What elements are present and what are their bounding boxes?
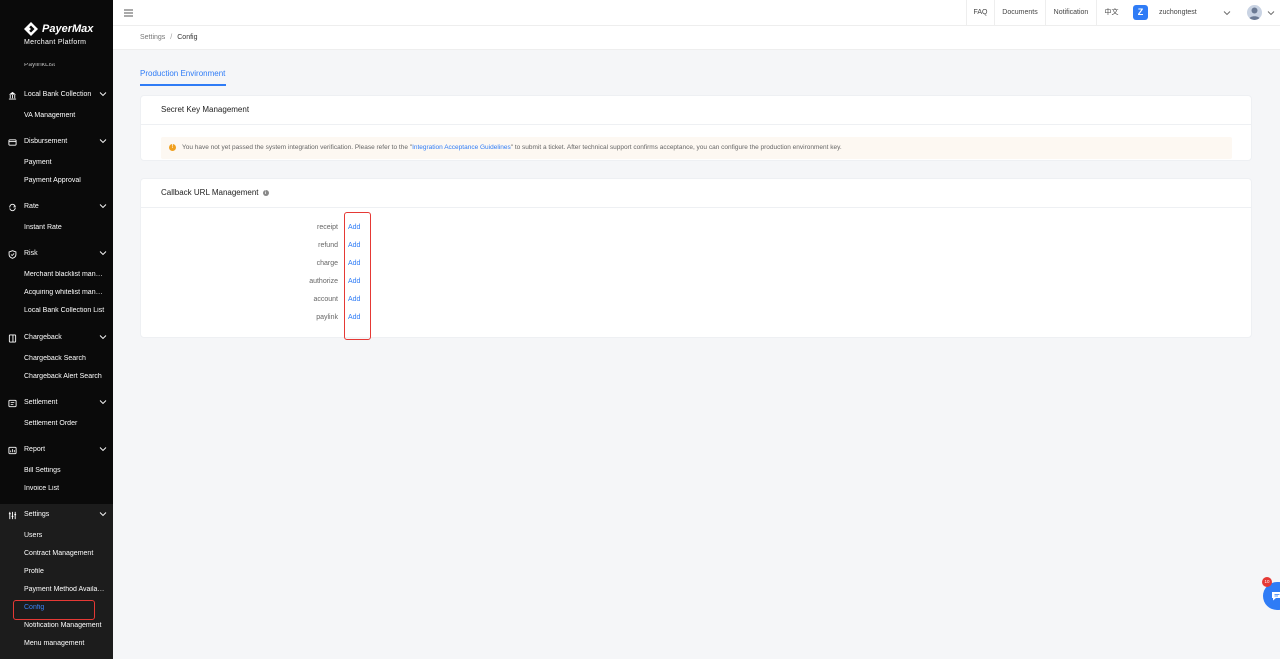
chevron-down-icon[interactable] bbox=[1267, 9, 1275, 17]
sidebar-item-payment-method-availability[interactable]: Payment Method Availability bbox=[0, 581, 113, 599]
chevron-down-icon bbox=[99, 204, 107, 209]
sidebar-group-label: Local Bank Collection bbox=[24, 91, 92, 98]
chevron-down-icon bbox=[99, 400, 107, 405]
username[interactable]: zuchongtest bbox=[1159, 0, 1197, 26]
add-buttons-highlight-box bbox=[344, 212, 371, 340]
callback-url-card: Callback URL Management i receipt Add ref… bbox=[140, 178, 1252, 340]
sidebar-group-risk[interactable]: Risk bbox=[0, 244, 113, 264]
notice-text-after: " to submit a ticket. After technical su… bbox=[510, 144, 842, 151]
sidebar-group-label: Settings bbox=[24, 511, 50, 518]
sidebar-group-label: Disbursement bbox=[24, 138, 68, 145]
chevron-down-icon bbox=[99, 512, 107, 517]
faq-link[interactable]: FAQ bbox=[966, 0, 994, 26]
sidebar-item-profile[interactable]: Profile bbox=[0, 563, 113, 581]
menu-toggle-icon[interactable] bbox=[124, 9, 133, 17]
chevron-down-icon[interactable] bbox=[1223, 9, 1231, 17]
breadcrumb: Settings / Config bbox=[113, 26, 1280, 50]
sidebar-group-settlement[interactable]: Settlement bbox=[0, 393, 113, 413]
chargeback-icon bbox=[8, 334, 17, 343]
sidebar-item-users[interactable]: Users bbox=[0, 527, 113, 545]
sliders-icon bbox=[8, 511, 17, 520]
callback-title: Callback URL Management bbox=[161, 188, 259, 197]
user-profile-icon[interactable] bbox=[1247, 5, 1262, 20]
info-icon[interactable]: i bbox=[262, 190, 269, 196]
chevron-down-icon bbox=[99, 251, 107, 256]
sidebar-item-acquiring-whitelist[interactable]: Acquiring whitelist management bbox=[0, 284, 113, 302]
sidebar-item-bill-settings[interactable]: Bill Settings bbox=[0, 462, 113, 480]
notification-link[interactable]: Notification bbox=[1045, 0, 1096, 26]
config-highlight-box bbox=[13, 600, 95, 620]
brand-logo[interactable]: PayerMax Merchant Platform bbox=[0, 0, 113, 58]
sidebar-item-va-management[interactable]: VA Management bbox=[0, 107, 113, 125]
rate-icon bbox=[9, 203, 16, 212]
callback-label: receipt bbox=[316, 224, 338, 231]
sidebar-item-local-bank-collection-list[interactable]: Local Bank Collection List bbox=[0, 302, 113, 320]
merchant-avatar[interactable]: Z bbox=[1133, 5, 1148, 20]
integration-guidelines-link[interactable]: Integration Acceptance Guidelines bbox=[412, 144, 511, 151]
chevron-down-icon bbox=[99, 335, 107, 340]
sidebar-item-contract-management[interactable]: Contract Management bbox=[0, 545, 113, 563]
payermax-logo-icon bbox=[24, 22, 38, 36]
topbar: FAQ Documents Notification 中文 Z zuchongt… bbox=[113, 0, 1280, 26]
disbursement-icon bbox=[8, 139, 17, 146]
sidebar-group-label: Risk bbox=[24, 250, 38, 257]
chevron-down-icon bbox=[99, 447, 107, 452]
tab-active-indicator bbox=[140, 84, 226, 86]
settlement-icon bbox=[8, 399, 17, 408]
secret-key-card: Secret Key Management ! You have not yet… bbox=[140, 95, 1252, 161]
sidebar-item-instant-rate[interactable]: Instant Rate bbox=[0, 219, 113, 237]
sidebar-group-chargeback[interactable]: Chargeback bbox=[0, 328, 113, 348]
callback-label: authorize bbox=[309, 278, 338, 285]
sidebar-item-settlement-order[interactable]: Settlement Order bbox=[0, 415, 113, 433]
chevron-down-icon bbox=[99, 139, 107, 144]
sidebar-item-chargeback-search[interactable]: Chargeback Search bbox=[0, 350, 113, 368]
sidebar-group-label: Report bbox=[24, 446, 46, 453]
sidebar-item-chargeback-alert-search[interactable]: Chargeback Alert Search bbox=[0, 368, 113, 386]
bank-icon bbox=[8, 91, 17, 100]
chat-icon bbox=[1272, 592, 1280, 601]
callback-label: charge bbox=[316, 260, 338, 267]
verification-notice: ! You have not yet passed the system int… bbox=[161, 137, 1232, 159]
sidebar-group-rate[interactable]: Rate bbox=[0, 197, 113, 217]
sidebar-item-payment-approval[interactable]: Payment Approval bbox=[0, 172, 113, 190]
callback-label: refund bbox=[318, 242, 338, 249]
sidebar-group-label: Rate bbox=[24, 203, 39, 210]
sidebar-group-report[interactable]: Report bbox=[0, 440, 113, 460]
sidebar: PayerMax Merchant Platform PaylinkList L… bbox=[0, 0, 113, 659]
sidebar-group-label: Chargeback bbox=[24, 334, 62, 341]
notice-text-before: You have not yet passed the system integ… bbox=[182, 144, 413, 151]
callback-label: account bbox=[313, 296, 338, 303]
sidebar-group-disbursement[interactable]: Disbursement bbox=[0, 132, 113, 152]
language-switch[interactable]: 中文 bbox=[1096, 0, 1126, 26]
documents-link[interactable]: Documents bbox=[994, 0, 1045, 26]
sidebar-group-local-bank-collection[interactable]: Local Bank Collection bbox=[0, 85, 113, 105]
brand-subtitle: Merchant Platform bbox=[24, 39, 87, 46]
sidebar-group-label: Settlement bbox=[24, 399, 58, 406]
breadcrumb-separator: / bbox=[170, 34, 173, 41]
chevron-down-icon bbox=[99, 92, 107, 97]
sidebar-item-menu-management[interactable]: Menu management bbox=[0, 635, 113, 653]
breadcrumb-settings[interactable]: Settings bbox=[140, 34, 165, 41]
tab-production-environment[interactable]: Production Environment bbox=[140, 69, 225, 78]
sidebar-item-payment[interactable]: Payment bbox=[0, 154, 113, 172]
warning-icon: ! bbox=[169, 144, 176, 151]
sidebar-item-invoice-list[interactable]: Invoice List bbox=[0, 480, 113, 498]
secret-key-title: Secret Key Management bbox=[161, 105, 250, 114]
callback-label: paylink bbox=[316, 314, 338, 321]
sidebar-item-merchant-blacklist[interactable]: Merchant blacklist management bbox=[0, 266, 113, 284]
sidebar-item-paylink-list[interactable]: PaylinkList bbox=[24, 63, 55, 71]
report-icon bbox=[8, 446, 17, 455]
sidebar-group-settings[interactable]: Settings bbox=[0, 505, 113, 525]
brand-name: PayerMax bbox=[42, 23, 94, 35]
shield-icon bbox=[8, 250, 17, 259]
breadcrumb-current: Config bbox=[177, 34, 198, 41]
notification-badge: 10 bbox=[1262, 577, 1272, 587]
